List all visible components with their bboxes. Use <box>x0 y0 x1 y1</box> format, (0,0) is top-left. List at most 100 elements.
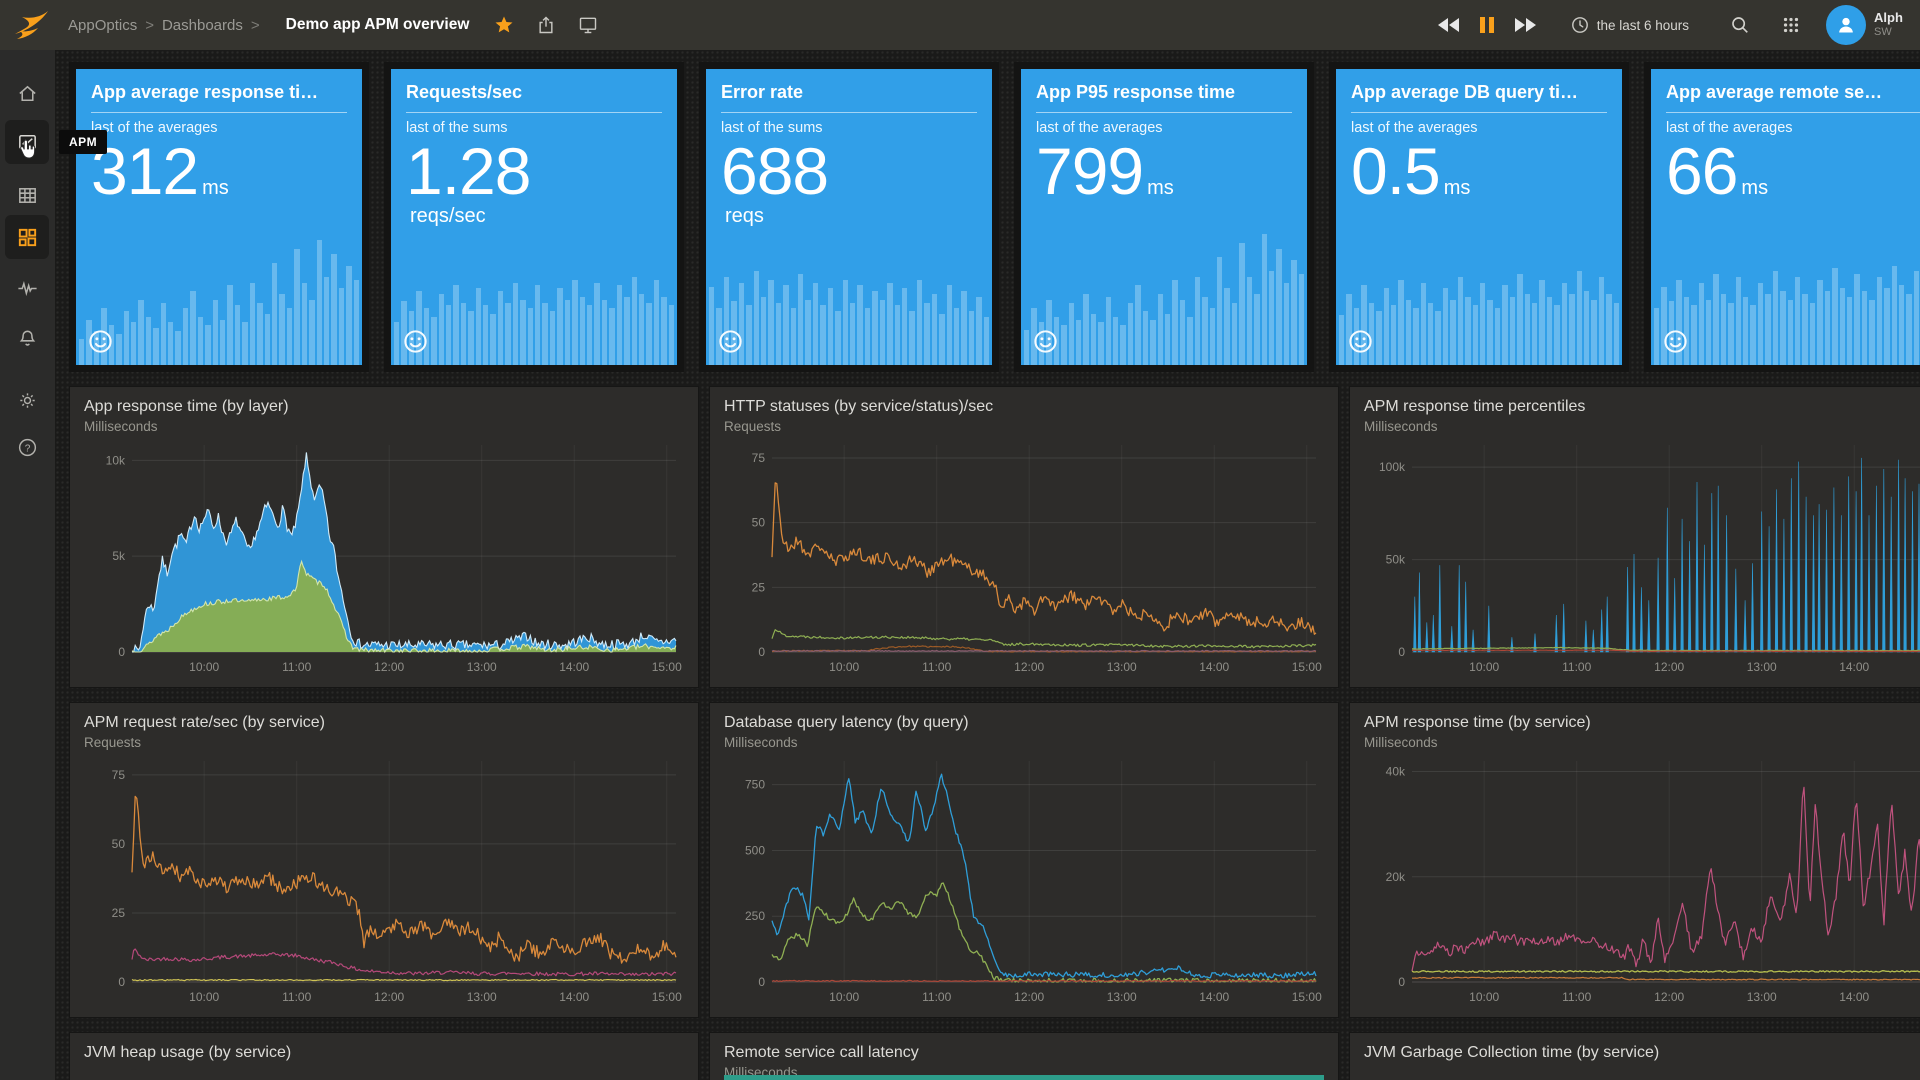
waveform-icon <box>17 280 37 296</box>
search-icon[interactable] <box>1730 15 1750 35</box>
svg-text:11:00: 11:00 <box>1562 660 1591 674</box>
app-grid-icon[interactable] <box>1781 15 1801 35</box>
svg-text:11:00: 11:00 <box>282 990 311 1004</box>
svg-text:12:00: 12:00 <box>1654 660 1684 674</box>
display-icon[interactable] <box>578 15 598 35</box>
svg-text:0: 0 <box>758 975 765 989</box>
pause-button[interactable] <box>1478 17 1496 33</box>
smiley-face-icon <box>719 330 742 353</box>
help-icon: ? <box>18 438 36 456</box>
hand-cursor <box>20 139 36 159</box>
tile-unit: reqs/sec <box>410 205 486 227</box>
svg-text:14:00: 14:00 <box>1199 990 1229 1004</box>
sidebar-item-traces[interactable] <box>5 266 49 310</box>
svg-text:10:00: 10:00 <box>1469 990 1499 1004</box>
svg-text:14:00: 14:00 <box>559 990 589 1004</box>
user-name: Alph <box>1874 11 1903 26</box>
kpi-tile-remote-service-time[interactable]: App average remote se… last of the avera… <box>1644 62 1920 372</box>
fast-forward-button[interactable] <box>1514 18 1536 32</box>
tile-title: App P95 response time <box>1036 82 1292 113</box>
smiley-face-icon <box>1034 330 1057 353</box>
svg-text:15:00: 15:00 <box>1292 990 1322 1004</box>
svg-text:13:00: 13:00 <box>1107 660 1137 674</box>
person-icon <box>1839 17 1853 33</box>
dashboards-icon <box>18 228 36 246</box>
svg-text:14:00: 14:00 <box>559 660 589 674</box>
svg-text:13:00: 13:00 <box>467 990 497 1004</box>
solarwinds-logo[interactable] <box>12 8 54 42</box>
kpi-tile-app-avg-response-time[interactable]: App average response ti… last of the ave… <box>69 62 369 372</box>
chart-apm-response-percentiles[interactable]: APM response time percentiles Millisecon… <box>1349 386 1920 688</box>
svg-text:14:00: 14:00 <box>1199 660 1229 674</box>
tile-title: App average response ti… <box>91 82 347 113</box>
user-info[interactable]: Alph SW <box>1874 11 1920 39</box>
chart-units: Milliseconds <box>1364 419 1438 434</box>
chart-units: Requests <box>84 735 142 750</box>
tile-value: 66 <box>1666 134 1738 208</box>
svg-text:25: 25 <box>112 906 126 920</box>
chart-apm-response-by-service[interactable]: APM response time (by service) Milliseco… <box>1349 702 1920 1018</box>
chart-http-statuses[interactable]: HTTP statuses (by service/status)/sec Re… <box>709 386 1339 688</box>
chart-title: JVM heap usage (by service) <box>84 1044 292 1061</box>
tile-value: 1.28 <box>406 134 531 208</box>
chart-plot: 75 50 25 0 10:00 11:00 12:00 13:00 14:00 15:00 <box>112 761 682 1004</box>
svg-text:100k: 100k <box>1379 460 1406 474</box>
sidebar-item-alerts[interactable] <box>5 316 49 360</box>
top-bar: AppOptics > Dashboards > Demo app APM ov… <box>0 0 1920 50</box>
svg-text:40k: 40k <box>1386 765 1406 779</box>
smiley-face-icon <box>404 330 427 353</box>
chart-title: APM response time (by service) <box>1364 714 1591 731</box>
tile-sparkline-bars <box>391 223 677 365</box>
user-avatar[interactable] <box>1826 5 1866 45</box>
sidebar-item-home[interactable] <box>5 71 49 115</box>
tile-value: 0.5 <box>1351 134 1441 208</box>
chart-units: Milliseconds <box>1364 735 1438 750</box>
bell-icon <box>19 330 35 346</box>
chart-apm-request-rate[interactable]: APM request rate/sec (by service) Reques… <box>69 702 699 1018</box>
smiley-face-icon <box>1349 330 1372 353</box>
kpi-tile-error-rate[interactable]: Error rate last of the sums 688 reqs <box>699 62 999 372</box>
chart-remote-service-call-latency[interactable]: Remote service call latency Milliseconds <box>709 1032 1339 1080</box>
share-icon[interactable] <box>536 15 556 35</box>
tile-unit: ms <box>1443 177 1471 199</box>
sidebar-item-dashboards[interactable] <box>5 215 49 259</box>
breadcrumb-dashboards[interactable]: Dashboards <box>162 17 243 34</box>
chart-units: Requests <box>724 419 782 434</box>
svg-text:13:00: 13:00 <box>1747 990 1777 1004</box>
chart-jvm-heap-usage[interactable]: JVM heap usage (by service) <box>69 1032 699 1080</box>
svg-text:14:00: 14:00 <box>1839 990 1869 1004</box>
svg-text:0: 0 <box>118 975 125 989</box>
page-title: Demo app APM overview <box>285 16 470 33</box>
svg-text:10:00: 10:00 <box>189 990 219 1004</box>
user-org: SW <box>1874 26 1892 39</box>
tile-unit: ms <box>202 177 229 199</box>
kpi-tile-db-query-time[interactable]: App average DB query ti… last of the ave… <box>1329 62 1629 372</box>
svg-text:50: 50 <box>752 516 766 530</box>
svg-text:12:00: 12:00 <box>374 660 404 674</box>
breadcrumb-separator: > <box>145 16 154 34</box>
svg-text:10:00: 10:00 <box>829 990 859 1004</box>
chart-area-top-edge <box>724 1075 1324 1080</box>
favorite-star-icon[interactable] <box>494 15 514 35</box>
chart-jvm-gc-time[interactable]: JVM Garbage Collection time (by service) <box>1349 1032 1920 1080</box>
tile-sparkline-bars <box>1336 223 1622 365</box>
metrics-table-icon <box>18 187 36 203</box>
tile-sparkline-bars <box>1651 223 1920 365</box>
svg-text:0: 0 <box>758 645 765 659</box>
time-range-selector[interactable]: the last 6 hours <box>1571 16 1689 34</box>
tile-title: Error rate <box>721 82 977 113</box>
chart-db-query-latency[interactable]: Database query latency (by query) Millis… <box>709 702 1339 1018</box>
sidebar-item-settings[interactable] <box>5 378 49 422</box>
sidebar-item-metrics[interactable] <box>5 173 49 217</box>
kpi-tile-p95-response-time[interactable]: App P95 response time last of the averag… <box>1014 62 1314 372</box>
breadcrumb-separator: > <box>250 16 260 34</box>
breadcrumb-appoptics[interactable]: AppOptics <box>68 17 137 34</box>
rewind-button[interactable] <box>1437 18 1460 32</box>
chart-app-response-time-by-layer[interactable]: App response time (by layer) Millisecond… <box>69 386 699 688</box>
svg-text:5k: 5k <box>112 549 126 563</box>
svg-text:?: ? <box>24 443 30 454</box>
tile-sparkline-bars <box>76 223 362 365</box>
kpi-tile-requests-per-sec[interactable]: Requests/sec last of the sums 1.28 reqs/s… <box>384 62 684 372</box>
sidebar-item-help[interactable]: ? <box>5 425 49 469</box>
tile-unit: ms <box>1741 177 1769 199</box>
